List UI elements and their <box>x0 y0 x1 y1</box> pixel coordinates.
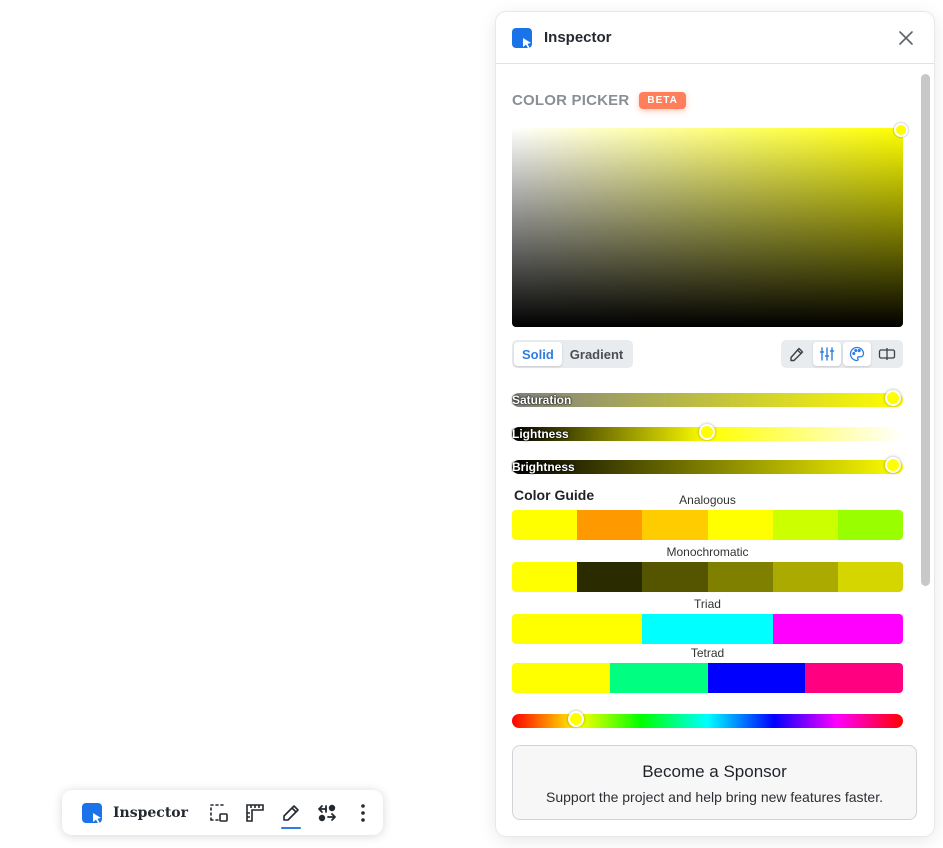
palette-icon[interactable] <box>843 342 871 366</box>
lightness-slider[interactable]: Lightness <box>512 424 903 441</box>
brightness-label: Brightness <box>512 460 575 474</box>
color-swatch[interactable] <box>512 663 610 693</box>
inspector-logo-icon <box>512 27 532 48</box>
color-swatch[interactable] <box>642 562 708 592</box>
brightness-knob[interactable] <box>885 457 901 473</box>
saturation-knob[interactable] <box>885 390 901 406</box>
color-picker-title: COLOR PICKER <box>512 92 630 109</box>
close-icon[interactable] <box>894 26 918 50</box>
toolbar-title: Inspector <box>113 804 189 821</box>
scheme-label-tetrad: Tetrad <box>690 646 725 660</box>
pen-icon[interactable] <box>278 798 304 829</box>
color-swatch[interactable] <box>577 510 643 540</box>
hue-slider[interactable] <box>512 711 903 728</box>
eyedropper-icon[interactable] <box>783 342 811 366</box>
saturation-label: Saturation <box>512 393 572 407</box>
saturation-value-area[interactable] <box>512 123 908 327</box>
color-swatch[interactable] <box>837 510 903 540</box>
compare-icon[interactable] <box>873 342 901 366</box>
color-swatch[interactable] <box>707 562 773 592</box>
scheme-label-monochromatic: Monochromatic <box>666 545 749 559</box>
hue-knob[interactable] <box>568 711 585 727</box>
panel-header: Inspector <box>496 12 934 64</box>
scheme-label-analogous: Analogous <box>679 493 736 507</box>
color-swatch[interactable] <box>609 663 708 693</box>
more-vertical-icon[interactable] <box>350 798 376 828</box>
sliders-icon[interactable] <box>813 342 841 366</box>
lightness-knob[interactable] <box>698 424 715 440</box>
color-swatch[interactable] <box>512 614 643 644</box>
mode-row: Solid Gradient <box>512 340 903 368</box>
picker-tools <box>781 340 903 368</box>
beta-badge: BETA <box>639 92 686 109</box>
monochromatic-swatches <box>512 562 903 592</box>
toolbar-logo-icon <box>82 802 102 823</box>
color-swatch[interactable] <box>642 510 708 540</box>
color-picker-header: COLOR PICKER BETA <box>512 92 686 109</box>
mode-gradient-button[interactable]: Gradient <box>562 342 631 366</box>
lightness-label: Lightness <box>512 427 569 441</box>
inspector-panel: Inspector COLOR PICKER BETA Solid Gradie… <box>496 12 934 836</box>
tetrad-swatches <box>512 663 903 693</box>
color-swatch[interactable] <box>707 510 773 540</box>
color-swatch[interactable] <box>837 562 903 592</box>
sv-handle[interactable] <box>894 123 908 137</box>
mode-solid-button[interactable]: Solid <box>514 342 562 366</box>
sponsor-title: Become a Sponsor <box>642 762 787 781</box>
color-swatch[interactable] <box>805 663 903 693</box>
color-swatch[interactable] <box>512 562 578 592</box>
scheme-label-triad: Triad <box>694 597 721 611</box>
sponsor-subtitle: Support the project and help bring new f… <box>546 789 883 805</box>
triad-swatches <box>512 614 903 644</box>
color-swatch[interactable] <box>772 614 903 644</box>
color-swatch[interactable] <box>772 562 838 592</box>
color-swatch[interactable] <box>512 510 578 540</box>
select-area-icon[interactable] <box>206 798 232 828</box>
swap-icon[interactable] <box>314 798 340 828</box>
mode-toggle: Solid Gradient <box>512 340 634 368</box>
color-swatch[interactable] <box>577 562 643 592</box>
inspector-toolbar: Inspector <box>62 790 383 835</box>
ruler-icon[interactable] <box>242 798 268 828</box>
saturation-slider[interactable]: Saturation <box>512 390 903 407</box>
panel-title: Inspector <box>544 29 612 46</box>
color-swatch[interactable] <box>707 663 806 693</box>
brightness-slider[interactable]: Brightness <box>512 457 903 474</box>
scrollbar[interactable] <box>921 74 930 586</box>
analogous-swatches <box>512 510 903 540</box>
color-swatch[interactable] <box>642 614 773 644</box>
sponsor-card[interactable]: Become a Sponsor Support the project and… <box>512 745 917 820</box>
color-swatch[interactable] <box>772 510 838 540</box>
